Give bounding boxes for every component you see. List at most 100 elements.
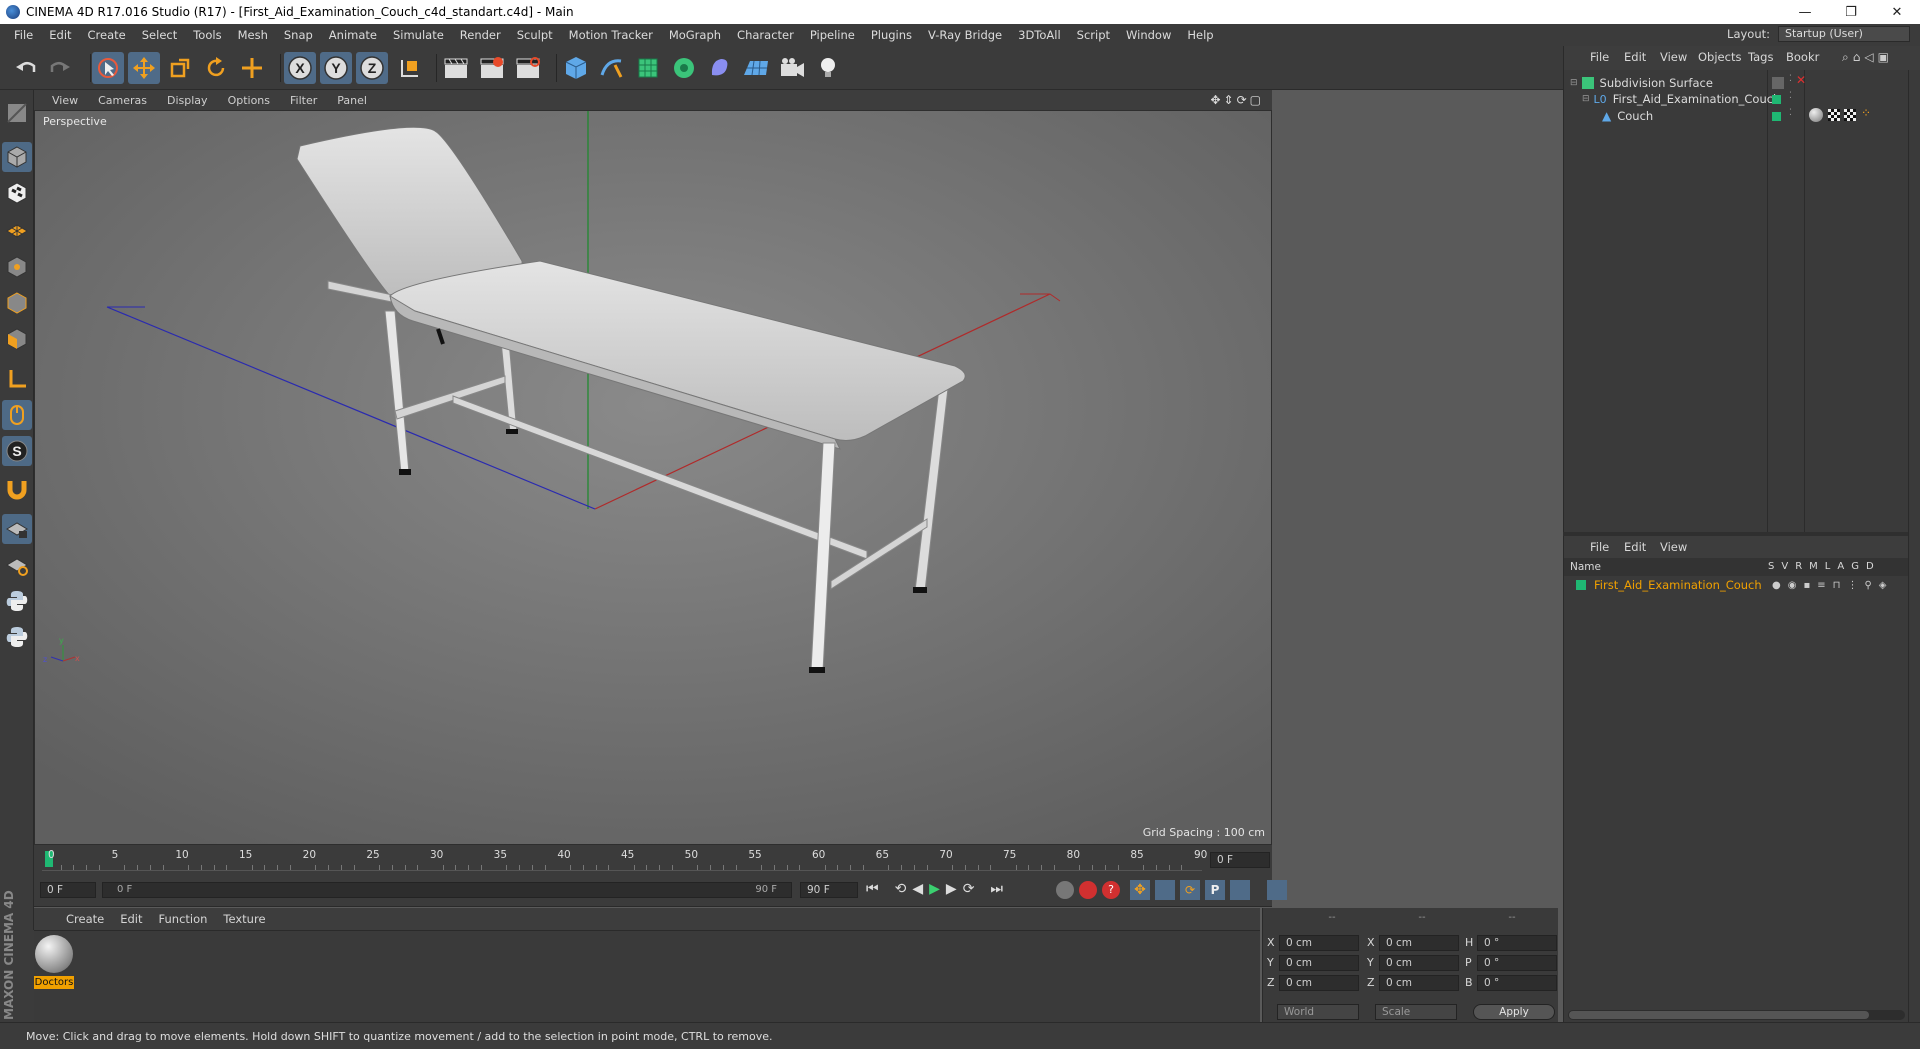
polygons-mode-button[interactable]	[2, 324, 32, 354]
menu-pipeline[interactable]: Pipeline	[802, 28, 863, 42]
coordinate-space-select[interactable]: World	[1277, 1004, 1359, 1020]
axis-mode-button[interactable]	[2, 364, 32, 394]
apply-button[interactable]: Apply	[1473, 1004, 1555, 1020]
scrollbar-thumb[interactable]	[1569, 1011, 1869, 1019]
rotation-b-field[interactable]: 0 °	[1477, 975, 1557, 991]
viewport-nav-icons[interactable]: ✥⇕⟳▢	[1210, 93, 1264, 107]
menu-edit[interactable]: Edit	[41, 28, 79, 42]
python-script-button-1[interactable]	[2, 586, 32, 616]
menu-mesh[interactable]: Mesh	[230, 28, 276, 42]
play-button[interactable]: ▶	[929, 881, 940, 897]
menu-plugins[interactable]: Plugins	[863, 28, 920, 42]
timeline-ruler[interactable]: 0 5 10 15 20 25 30 35 40 45 50 55 60 65 70 75 80 85 90 0 F	[34, 845, 1272, 875]
material-doctors[interactable]: Doctors	[34, 935, 74, 995]
phong-tag-icon[interactable]: ⁘	[1861, 106, 1871, 120]
uvw-tag-icon[interactable]	[1828, 109, 1840, 121]
material-menu-function[interactable]: Function	[151, 912, 216, 926]
z-axis-lock[interactable]: Z	[356, 52, 388, 84]
goto-start-button[interactable]: ⏮	[866, 881, 879, 897]
edges-mode-button[interactable]	[2, 288, 32, 318]
material-menu-edit[interactable]: Edit	[112, 912, 150, 926]
add-array-button[interactable]	[668, 52, 700, 84]
add-camera-button[interactable]	[776, 52, 808, 84]
menu-help[interactable]: Help	[1179, 28, 1221, 42]
layer-toggle-icons[interactable]: ● ◉ ▪ ≡ ⊓ ⋮ ⚲ ◈	[1772, 580, 1886, 591]
scale-tool[interactable]	[164, 52, 196, 84]
add-spline-button[interactable]	[596, 52, 628, 84]
position-x-field[interactable]: 0 cm	[1279, 935, 1359, 951]
menu-motion-tracker[interactable]: Motion Tracker	[561, 28, 661, 42]
autokey-help-icon[interactable]: ?	[1102, 881, 1120, 899]
layer-menu-edit[interactable]: Edit	[1624, 540, 1646, 554]
menu-window[interactable]: Window	[1118, 28, 1179, 42]
next-frame-button[interactable]: ▶	[946, 881, 957, 897]
3d-viewport[interactable]: y x z Perspective Grid Spacing : 100 cm	[34, 110, 1272, 845]
restore-button[interactable]: ❐	[1828, 0, 1874, 24]
workplane-lock-button[interactable]	[2, 514, 32, 544]
uvw-tag-icon[interactable]	[1844, 109, 1856, 121]
horizontal-scrollbar[interactable]	[1568, 1010, 1905, 1020]
move-tool[interactable]	[128, 52, 160, 84]
transform-tool[interactable]	[236, 52, 268, 84]
live-selection-tool[interactable]	[92, 52, 124, 84]
rotation-h-field[interactable]: 0 °	[1477, 935, 1557, 951]
menu-3dtoall[interactable]: 3DToAll	[1010, 28, 1069, 42]
object-row-first-aid-couch[interactable]: ⊟ L0 First_Aid_Examination_Couch	[1582, 90, 1780, 108]
make-editable-button[interactable]	[2, 98, 32, 128]
redo-button[interactable]	[44, 52, 76, 84]
solo-mode-button[interactable]: S	[2, 436, 32, 466]
menu-vray-bridge[interactable]: V-Ray Bridge	[920, 28, 1010, 42]
disabled-x-icon[interactable]: ✕	[1796, 73, 1806, 87]
size-x-field[interactable]: 0 cm	[1379, 935, 1459, 951]
key-scale-icon[interactable]	[1155, 880, 1175, 900]
tweak-mode-button[interactable]	[2, 400, 32, 430]
material-menu-create[interactable]: Create	[58, 912, 112, 926]
object-row-couch[interactable]: ▲ Couch	[1602, 107, 1653, 125]
layer-menu-file[interactable]: File	[1590, 540, 1609, 554]
object-menu-tags[interactable]: Tags	[1748, 50, 1773, 64]
checkmark-icon[interactable]	[1772, 77, 1784, 89]
layer-color-tag[interactable]	[1772, 112, 1781, 121]
render-picture-viewer-button[interactable]	[476, 52, 508, 84]
add-generator-button[interactable]	[632, 52, 664, 84]
rotate-tool[interactable]	[200, 52, 232, 84]
rotation-p-field[interactable]: 0 °	[1477, 955, 1557, 971]
size-y-field[interactable]: 0 cm	[1379, 955, 1459, 971]
menu-file[interactable]: File	[6, 28, 41, 42]
layout-select[interactable]: Startup (User)	[1778, 26, 1910, 42]
add-cube-button[interactable]	[560, 52, 592, 84]
menu-tools[interactable]: Tools	[185, 28, 229, 42]
x-axis-lock[interactable]: X	[284, 52, 316, 84]
position-y-field[interactable]: 0 cm	[1279, 955, 1359, 971]
model-mode-button[interactable]	[2, 142, 32, 172]
workplane-align-button[interactable]	[2, 550, 32, 580]
current-frame-field[interactable]: 0 F	[1210, 852, 1270, 868]
start-frame-field[interactable]: 0 F	[40, 882, 96, 898]
viewport-menu-options[interactable]: Options	[218, 94, 280, 107]
object-menu-edit[interactable]: Edit	[1624, 50, 1646, 64]
end-frame-field[interactable]: 90 F	[800, 882, 858, 898]
manager-toggle-icon[interactable]: ≡	[1817, 580, 1825, 591]
animation-toggle-icon[interactable]: ⋮	[1847, 580, 1857, 591]
position-z-field[interactable]: 0 cm	[1279, 975, 1359, 991]
menu-simulate[interactable]: Simulate	[385, 28, 452, 42]
object-menu-objects[interactable]: Objects	[1698, 50, 1741, 64]
size-mode-select[interactable]: Scale	[1375, 1004, 1457, 1020]
loop-back-icon[interactable]: ⟲	[895, 881, 907, 897]
menu-script[interactable]: Script	[1069, 28, 1118, 42]
key-rotation-icon[interactable]: ⟳	[1180, 880, 1200, 900]
object-manager-search-icons[interactable]: ⌕⌂◁▣	[1842, 50, 1893, 65]
range-slider[interactable]: 0 F 90 F	[102, 882, 792, 898]
layer-row[interactable]: First_Aid_Examination_Couch	[1576, 576, 1762, 594]
render-settings-button[interactable]	[512, 52, 544, 84]
lock-toggle-icon[interactable]: ⊓	[1833, 580, 1841, 591]
solo-toggle-icon[interactable]: ●	[1772, 580, 1781, 591]
y-axis-lock[interactable]: Y	[320, 52, 352, 84]
material-tag-icon[interactable]	[1809, 108, 1823, 122]
undo-button[interactable]	[10, 52, 42, 84]
object-menu-file[interactable]: File	[1590, 50, 1609, 64]
menu-create[interactable]: Create	[80, 28, 134, 42]
viewport-menu-filter[interactable]: Filter	[280, 94, 327, 107]
right-tab-strip[interactable]	[1908, 70, 1920, 1022]
snap-button[interactable]	[2, 474, 32, 504]
